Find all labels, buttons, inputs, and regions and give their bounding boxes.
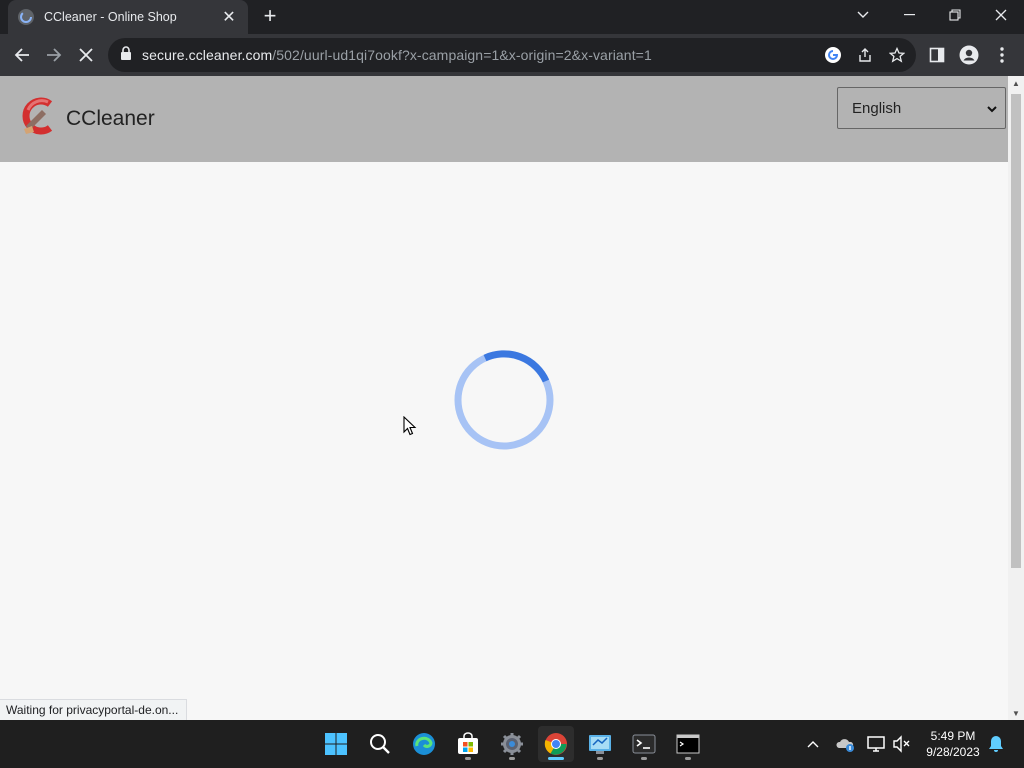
close-tab-icon[interactable]: ✕ — [220, 7, 238, 27]
tab-search-button[interactable] — [840, 0, 886, 30]
settings-icon[interactable] — [494, 726, 530, 762]
cmd-icon[interactable] — [670, 726, 706, 762]
title-bar: CCleaner - Online Shop ✕ + — [0, 0, 1024, 34]
volume-muted-icon[interactable] — [892, 734, 912, 754]
logo-text: CCleaner — [66, 106, 155, 130]
language-select[interactable]: English — [837, 87, 1006, 129]
loading-favicon-icon — [18, 9, 34, 25]
status-bubble: Waiting for privacyportal-de.on... — [0, 699, 188, 720]
taskbar-clock[interactable]: 5:49 PM 9/28/2023 — [920, 728, 986, 760]
url-text[interactable]: secure.ccleaner.com/502/uurl-ud1qi7ookf?… — [142, 47, 652, 63]
scrollbar-thumb[interactable] — [1011, 94, 1021, 568]
bookmark-star-icon[interactable] — [888, 46, 906, 64]
chrome-icon[interactable] — [538, 726, 574, 762]
start-button[interactable] — [318, 726, 354, 762]
network-icon[interactable] — [866, 734, 886, 754]
control-panel-icon[interactable] — [582, 726, 618, 762]
windows-taskbar: 5:49 PM 9/28/2023 — [0, 720, 1024, 768]
running-indicator — [509, 757, 515, 760]
running-indicator — [548, 757, 564, 760]
side-panel-icon[interactable] — [927, 45, 947, 65]
back-button[interactable] — [8, 41, 36, 69]
chevron-down-icon — [987, 100, 997, 117]
clock-time: 5:49 PM — [930, 729, 976, 743]
terminal-icon[interactable] — [626, 726, 662, 762]
profile-icon[interactable] — [959, 45, 979, 65]
google-lens-icon[interactable] — [824, 46, 842, 64]
browser-tab[interactable]: CCleaner - Online Shop ✕ — [8, 0, 248, 34]
share-icon[interactable] — [856, 46, 874, 64]
search-icon[interactable] — [362, 726, 398, 762]
url-host: secure.ccleaner.com — [142, 47, 273, 63]
browser-toolbar: secure.ccleaner.com/502/uurl-ud1qi7ookf?… — [0, 34, 1024, 76]
onedrive-icon[interactable] — [835, 734, 855, 754]
clock-date: 9/28/2023 — [926, 745, 980, 759]
scroll-down-arrow-icon[interactable]: ▼ — [1008, 706, 1024, 720]
url-path: /502/uurl-ud1qi7ookf?x-campaign=1&x-orig… — [272, 47, 652, 63]
running-indicator — [597, 757, 603, 760]
mouse-cursor-icon — [403, 415, 417, 441]
forward-button[interactable] — [40, 41, 68, 69]
menu-kebab-icon[interactable] — [992, 45, 1012, 65]
running-indicator — [465, 757, 471, 760]
new-tab-button[interactable]: + — [258, 5, 282, 29]
site-header: CCleaner English — [0, 76, 1008, 162]
language-select-value: English — [852, 99, 902, 117]
minimize-button[interactable] — [886, 0, 932, 30]
stop-loading-button[interactable] — [72, 41, 100, 69]
show-hidden-icons-chevron-up-icon[interactable] — [803, 734, 823, 754]
running-indicator — [641, 757, 647, 760]
close-window-button[interactable] — [978, 0, 1024, 30]
vertical-scrollbar[interactable]: ▲ ▼ — [1008, 76, 1024, 720]
edge-icon[interactable] — [406, 726, 442, 762]
loading-spinner — [454, 350, 554, 450]
restore-button[interactable] — [932, 0, 978, 30]
store-icon[interactable] — [450, 726, 486, 762]
address-bar[interactable]: secure.ccleaner.com/502/uurl-ud1qi7ookf?… — [108, 38, 916, 72]
tab-title: CCleaner - Online Shop — [44, 10, 177, 24]
page-viewport: CCleaner English — [0, 76, 1008, 720]
running-indicator — [685, 757, 691, 760]
scroll-up-arrow-icon[interactable]: ▲ — [1008, 76, 1024, 90]
ccleaner-logo[interactable]: CCleaner — [20, 96, 155, 141]
notification-bell-icon[interactable] — [986, 734, 1006, 754]
lock-icon[interactable] — [120, 45, 132, 65]
ccleaner-logo-icon — [20, 96, 62, 141]
